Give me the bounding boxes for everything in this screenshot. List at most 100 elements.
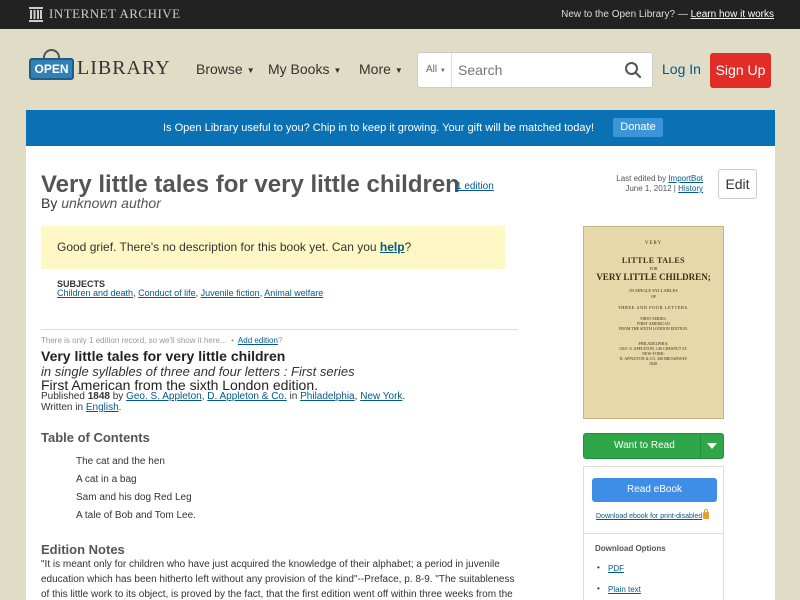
add-edition-link[interactable]: Add edition bbox=[238, 336, 278, 345]
cover-text: FOR bbox=[649, 266, 658, 271]
nav-my-books[interactable]: My Books ▼ bbox=[268, 61, 341, 77]
search-bar: All ▼ bbox=[417, 52, 653, 88]
cover-text: VERY bbox=[644, 241, 663, 246]
publish-info: Published 1848 by Geo. S. Appleton, D. A… bbox=[41, 391, 406, 402]
donate-button[interactable]: Donate bbox=[613, 118, 663, 137]
logo-library-text: LIBRARY bbox=[77, 57, 171, 79]
nav-browse[interactable]: Browse ▼ bbox=[196, 61, 255, 77]
lock-icon bbox=[703, 509, 710, 519]
chevron-down-icon: ▼ bbox=[439, 68, 446, 74]
internet-archive-logo[interactable]: INTERNET ARCHIVE bbox=[29, 6, 181, 22]
edition-notes-heading: Edition Notes bbox=[41, 542, 125, 557]
search-scope-select[interactable]: All ▼ bbox=[418, 53, 452, 87]
last-edited-date: June 1, 2012 bbox=[625, 184, 672, 193]
cover-text: OF bbox=[650, 294, 657, 299]
cover-text: LITTLE TALES bbox=[621, 256, 686, 265]
divider bbox=[584, 533, 723, 534]
description-box: Good grief. There's no description for t… bbox=[41, 226, 505, 269]
edition-count-link[interactable]: 1 edition bbox=[456, 181, 494, 192]
subjects-list: Children and death, Conduct of life, Juv… bbox=[57, 288, 324, 298]
subject-link[interactable]: Children and death bbox=[57, 288, 133, 298]
last-edited-user-link[interactable]: ImportBot bbox=[668, 174, 703, 183]
internet-archive-text: INTERNET ARCHIVE bbox=[49, 6, 181, 21]
download-item: PDF bbox=[595, 563, 641, 585]
book-cover[interactable]: VERY LITTLE TALES FOR VERY LITTLE CHILDR… bbox=[583, 226, 724, 419]
download-print-disabled: Download ebook for print-disabled bbox=[596, 509, 710, 520]
nav-more-label: More bbox=[359, 61, 391, 77]
logo-open-sign: OPEN bbox=[29, 58, 74, 80]
last-edited-info: Last edited by ImportBot June 1, 2012 | … bbox=[616, 174, 703, 193]
add-edition-question: ? bbox=[277, 336, 283, 345]
learn-how-link[interactable]: Learn how it works bbox=[691, 9, 774, 20]
chevron-down-icon: ▼ bbox=[246, 65, 255, 75]
cover-text: FROM THE SIXTH LONDON EDITION. bbox=[619, 326, 688, 331]
publish-year: 1848 bbox=[87, 391, 110, 402]
new-user-prompt: New to the Open Library? — Learn how it … bbox=[561, 9, 774, 20]
signup-button[interactable]: Sign Up bbox=[710, 53, 771, 88]
nav-browse-label: Browse bbox=[196, 61, 243, 77]
nav-more[interactable]: More ▼ bbox=[359, 61, 403, 77]
help-link[interactable]: help bbox=[380, 240, 405, 254]
open-library-logo[interactable]: OPEN LIBRARY bbox=[29, 47, 170, 89]
publisher-link[interactable]: D. Appleton & Co. bbox=[207, 391, 287, 402]
search-scope-label: All bbox=[426, 64, 438, 75]
toc-item: Sam and his dog Red Leg bbox=[76, 492, 192, 503]
want-to-read-label: Want to Read bbox=[614, 440, 675, 451]
search-icon[interactable] bbox=[624, 61, 642, 79]
chevron-down-icon: ▼ bbox=[394, 65, 403, 75]
subject-link[interactable]: Juvenile fiction bbox=[201, 288, 260, 298]
language-link[interactable]: English bbox=[86, 402, 119, 413]
place-link[interactable]: New York bbox=[360, 391, 402, 402]
separator-dot: • bbox=[231, 336, 234, 345]
published-label: Published bbox=[41, 391, 85, 402]
edition-notes-text: "It is meant only for children who have … bbox=[41, 559, 515, 600]
byline: By unknown author bbox=[41, 195, 161, 211]
new-user-text: New to the Open Library? — bbox=[561, 9, 688, 20]
site-header: OPEN LIBRARY Browse ▼ My Books ▼ More ▼ All… bbox=[0, 29, 800, 109]
toc-item: A cat in a bag bbox=[76, 474, 137, 485]
history-link[interactable]: History bbox=[678, 184, 703, 193]
download-options-list: PDF Plain text bbox=[595, 563, 641, 600]
subject-link[interactable]: Conduct of life bbox=[138, 288, 196, 298]
nav-my-books-label: My Books bbox=[268, 61, 330, 77]
cover-text: VERY LITTLE CHILDREN; bbox=[596, 272, 711, 282]
toc-list: The cat and the hen A cat in a bag Sam a… bbox=[76, 455, 196, 527]
section-divider bbox=[41, 329, 518, 330]
book-panel: Very little tales for very little childr… bbox=[26, 146, 775, 600]
chevron-down-icon[interactable] bbox=[700, 434, 723, 458]
want-to-read-button[interactable]: Want to Read bbox=[583, 433, 724, 459]
edition-title: Very little tales for very little childr… bbox=[41, 348, 286, 364]
by-label: by bbox=[112, 391, 124, 402]
cover-text: THREE AND FOUR LETTERS. bbox=[617, 305, 690, 310]
toc-heading: Table of Contents bbox=[41, 430, 150, 445]
language-info: Written in English. bbox=[41, 402, 122, 413]
read-options-box: Read eBook Download ebook for print-disa… bbox=[583, 466, 724, 600]
place-link[interactable]: Philadelphia bbox=[300, 391, 355, 402]
read-ebook-button[interactable]: Read eBook bbox=[592, 478, 717, 502]
donation-message: Is Open Library useful to you? Chip in t… bbox=[163, 122, 595, 134]
description-text: Good grief. There's no description for t… bbox=[57, 240, 377, 254]
edition-record-note: There is only 1 edition record, so we'll… bbox=[41, 336, 282, 345]
download-pdf-link[interactable]: PDF bbox=[608, 564, 624, 573]
login-link[interactable]: Log In bbox=[662, 61, 701, 77]
download-print-disabled-link[interactable]: Download ebook for print-disabled bbox=[596, 513, 702, 520]
by-prefix: By bbox=[41, 195, 58, 211]
cover-text: IN SINGLE SYLLABLES bbox=[629, 288, 678, 293]
download-item: Plain text bbox=[595, 584, 641, 600]
cover-imprint: PHILADELPHIA: GEO. S. APPLETON, 148 CHES… bbox=[590, 341, 717, 366]
chevron-down-icon: ▼ bbox=[333, 65, 342, 75]
written-label: Written in bbox=[41, 402, 84, 413]
publisher-link[interactable]: Geo. S. Appleton bbox=[126, 391, 202, 402]
last-edited-prefix: Last edited by bbox=[616, 174, 667, 183]
download-text-link[interactable]: Plain text bbox=[608, 585, 641, 594]
toc-item: The cat and the hen bbox=[76, 456, 165, 467]
donation-banner: Is Open Library useful to you? Chip in t… bbox=[26, 110, 775, 146]
in-label: in bbox=[289, 391, 298, 402]
edit-button[interactable]: Edit bbox=[718, 169, 757, 199]
download-options-heading: Download Options bbox=[595, 544, 666, 553]
subject-link[interactable]: Animal welfare bbox=[264, 288, 323, 298]
toc-item: A tale of Bob and Tom Lee. bbox=[76, 510, 196, 521]
search-input[interactable] bbox=[458, 59, 618, 81]
cover-series: FIRST SERIES. FIRST AMERICAN FROM THE SI… bbox=[590, 316, 717, 331]
description-end: ? bbox=[404, 240, 412, 254]
